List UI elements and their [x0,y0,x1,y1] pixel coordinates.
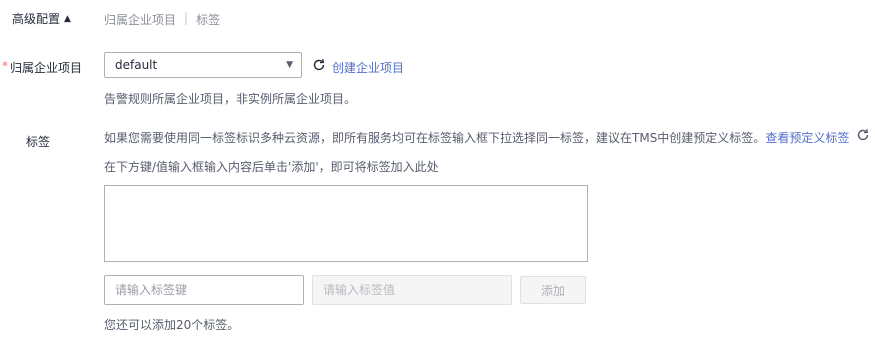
chevron-down-icon: ▼ [286,60,293,70]
summary-tags: 标签 [196,13,221,27]
enterprise-project-tip: 告警规则所属企业项目，非实例所属企业项目。 [104,92,357,106]
create-enterprise-project-link[interactable]: 创建企业项目 [332,59,404,76]
tags-tip: 在下方键/值输入框输入内容后单击'添加'，即可将标签加入此处 [104,160,439,174]
tag-key-input[interactable] [104,275,304,305]
enterprise-project-select[interactable]: default ▼ [104,52,302,78]
advanced-config-label: 高级配置 [12,12,61,26]
summary-enterprise: 归属企业项目 [104,13,177,27]
summary-separator: | [184,11,189,25]
refresh-icon[interactable] [312,58,326,72]
add-tag-button[interactable]: 添加 [520,276,586,304]
enterprise-project-value: default [115,58,158,72]
required-mark: * [2,59,8,73]
refresh-icon[interactable] [856,128,870,142]
tag-value-input[interactable] [312,275,512,305]
tags-list-area [104,185,588,262]
advanced-config-summary: 归属企业项目 | 标签 [104,11,220,28]
tags-description: 如果您需要使用同一标签标识多种云资源，即所有服务均可在标签输入框下拉选择同一标签… [104,129,849,146]
enterprise-project-label-text: 归属企业项目 [10,61,83,75]
view-predefined-tags-link[interactable]: 查看预定义标签 [765,131,849,145]
tags-description-text: 如果您需要使用同一标签标识多种云资源，即所有服务均可在标签输入框下拉选择同一标签… [104,131,766,145]
tags-remaining-text: 您还可以添加20个标签。 [104,318,240,332]
caret-up-icon: ▲ [64,13,71,24]
enterprise-project-label: * 归属企业项目 [2,59,82,76]
tags-label: 标签 [26,135,51,149]
advanced-config-toggle[interactable]: 高级配置 ▲ [12,10,71,27]
